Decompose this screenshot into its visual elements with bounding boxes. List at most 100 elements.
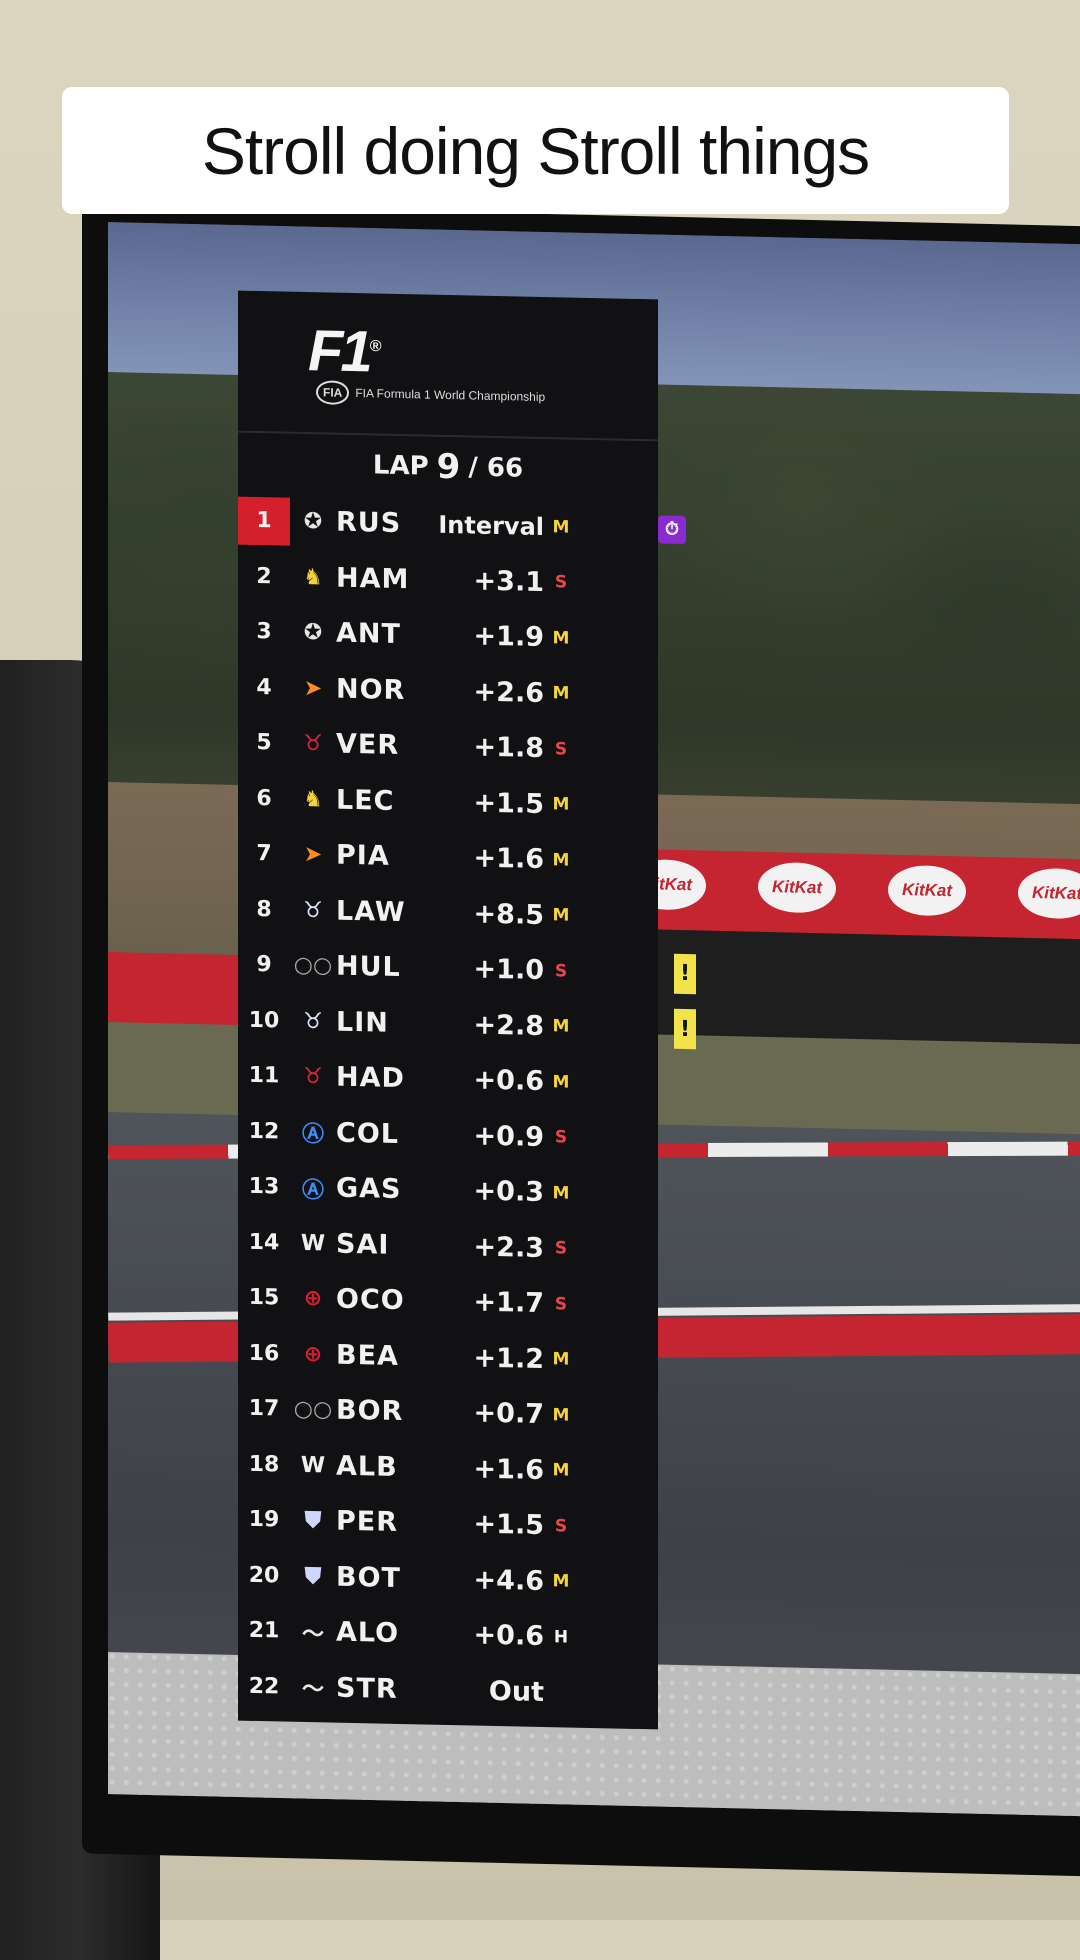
gap-value: +0.3 — [473, 1175, 544, 1209]
mclaren-swoosh-icon: ➤ — [303, 675, 323, 702]
williams-w-icon: W — [300, 1452, 326, 1479]
position-number: 15 — [248, 1285, 280, 1311]
driver-code: LEC — [336, 784, 395, 817]
gap-value: +1.5 — [473, 787, 544, 820]
gap-value: +1.5 — [473, 1508, 544, 1542]
tyre-compound: S — [554, 960, 568, 982]
driver-code: PER — [336, 1505, 399, 1539]
position-number: 9 — [256, 952, 272, 978]
standings-row: 5 ♉ VER +1.8 S — [238, 715, 658, 779]
standings-row: 16 ⊕ BEA +1.2 M — [238, 1325, 658, 1389]
position-number: 16 — [248, 1340, 280, 1367]
standings-row: 6 ♞ LEC +1.5 M — [238, 770, 658, 834]
driver-code: NOR — [336, 673, 406, 706]
timing-tower: F1® FIA FIA Formula 1 World Championship … — [238, 290, 696, 1730]
driver-code: ANT — [336, 617, 401, 651]
driver-code: ALO — [336, 1616, 400, 1650]
standings-row: 4 ➤ NOR +2.6 M — [238, 659, 658, 723]
position-number: 3 — [256, 619, 272, 645]
position-number: 5 — [256, 730, 272, 756]
driver-code: PIA — [336, 839, 390, 873]
ferrari-horse-icon: ♞ — [303, 564, 323, 591]
tyre-compound: M — [552, 627, 570, 649]
driver-code: SAI — [336, 1228, 390, 1261]
standings-row: 19 ⛊ PER +1.5 S — [238, 1492, 658, 1556]
racing-bulls-icon: ♉ — [303, 897, 323, 924]
position-number: 4 — [256, 674, 272, 701]
fia-badge: FIA FIA Formula 1 World Championship — [316, 380, 545, 409]
tyre-compound: M — [552, 1349, 570, 1370]
tyre-compound: S — [554, 1293, 568, 1315]
warning-flag-icon: ! — [674, 1008, 696, 1050]
alpine-a-icon: Ⓐ — [301, 1122, 324, 1148]
standings-row: 14 W SAI +2.3 S — [238, 1214, 658, 1278]
audi-rings-icon: ○○ — [293, 953, 333, 979]
standings-row: 12 Ⓐ COL +0.9 S — [238, 1103, 658, 1167]
tyre-compound: M — [552, 1182, 570, 1204]
interval-label: Interval — [438, 510, 544, 541]
standings-row: 22 〜 STR Out — [238, 1658, 658, 1722]
tyre-compound: M — [552, 516, 570, 538]
driver-code: BEA — [336, 1339, 399, 1372]
mclaren-swoosh-icon: ➤ — [303, 842, 323, 868]
gap-value: +4.6 — [473, 1564, 544, 1597]
driver-code: LAW — [336, 895, 406, 928]
position-number: 22 — [248, 1673, 280, 1700]
fia-text: FIA Formula 1 World Championship — [355, 386, 546, 405]
fastest-lap-icon: ⏱ — [658, 515, 686, 544]
racing-bulls-icon: ♉ — [303, 1008, 323, 1035]
position-number: 14 — [248, 1229, 280, 1256]
position-number: 6 — [256, 785, 272, 812]
standings-row: 8 ♉ LAW +8.5 M — [238, 881, 658, 945]
tyre-compound — [544, 1692, 578, 1693]
gap-value: +0.9 — [473, 1120, 544, 1153]
registered-mark: ® — [369, 338, 379, 356]
driver-code: BOT — [336, 1561, 401, 1594]
tower-header: F1® FIA FIA Formula 1 World Championship — [238, 290, 658, 442]
gap-value: +1.9 — [473, 620, 544, 654]
position-number: 19 — [248, 1507, 280, 1533]
aston-wings-icon: 〜 — [301, 1677, 324, 1703]
standings-row: 9 ○○ HUL +1.0 S! — [238, 937, 696, 1001]
lap-total: / 66 — [468, 452, 524, 484]
redbull-bulls-icon: ♉ — [303, 731, 323, 757]
gap-value: +1.7 — [473, 1286, 544, 1320]
tyre-compound: S — [554, 572, 568, 593]
cadillac-crest-icon: ⛊ — [304, 1508, 322, 1534]
driver-code: HAD — [336, 1061, 405, 1095]
haas-h-icon: ⊕ — [303, 1341, 323, 1368]
tyre-compound: S — [554, 1127, 568, 1148]
driver-code: LIN — [336, 1006, 389, 1039]
tyre-compound: M — [552, 1404, 570, 1426]
gap-value: +0.6 — [473, 1619, 544, 1653]
sponsor-logo: KitKat — [758, 861, 836, 914]
gap-value: +8.5 — [473, 898, 544, 931]
standings-row: 13 Ⓐ GAS +0.3 M — [238, 1159, 658, 1223]
tyre-compound: M — [552, 1071, 570, 1093]
lap-counter: LAP 9 / 66 — [238, 433, 658, 502]
tyre-compound: M — [552, 794, 570, 815]
video-caption: Stroll doing Stroll things — [62, 87, 1009, 214]
driver-code: BOR — [336, 1394, 404, 1428]
standings-list: 1 ✪ RUS Interval M ⏱ 2 ♞ HAM +3.1 S 3 ✪ ANT +1.9 M 4 ➤ NOR… — [238, 493, 696, 1723]
standings-row: 18 W ALB +1.6 M — [238, 1436, 658, 1500]
standings-row: 20 ⛊ BOT +4.6 M — [238, 1547, 658, 1611]
f1-logo-text: F1 — [308, 318, 370, 385]
standings-row: 1 ✪ RUS Interval M ⏱ — [238, 493, 686, 557]
driver-code: HUL — [336, 950, 401, 984]
warning-flag-icon: ! — [674, 953, 696, 994]
position-number: 12 — [248, 1118, 280, 1145]
f1-logo: F1® — [308, 317, 378, 385]
position-number: 20 — [248, 1562, 280, 1589]
gap-value: +2.3 — [473, 1231, 544, 1264]
position-number: 18 — [248, 1451, 280, 1478]
gap-value: +1.2 — [473, 1342, 544, 1375]
driver-code: RUS — [336, 506, 402, 540]
standings-row: 15 ⊕ OCO +1.7 S — [238, 1270, 658, 1334]
driver-code: COL — [336, 1117, 399, 1150]
tyre-compound: S — [554, 1238, 568, 1259]
tyre-compound: M — [552, 905, 570, 926]
lap-current: 9 — [436, 446, 461, 488]
position-number: 10 — [248, 1007, 280, 1034]
tyre-compound: M — [552, 1016, 570, 1037]
